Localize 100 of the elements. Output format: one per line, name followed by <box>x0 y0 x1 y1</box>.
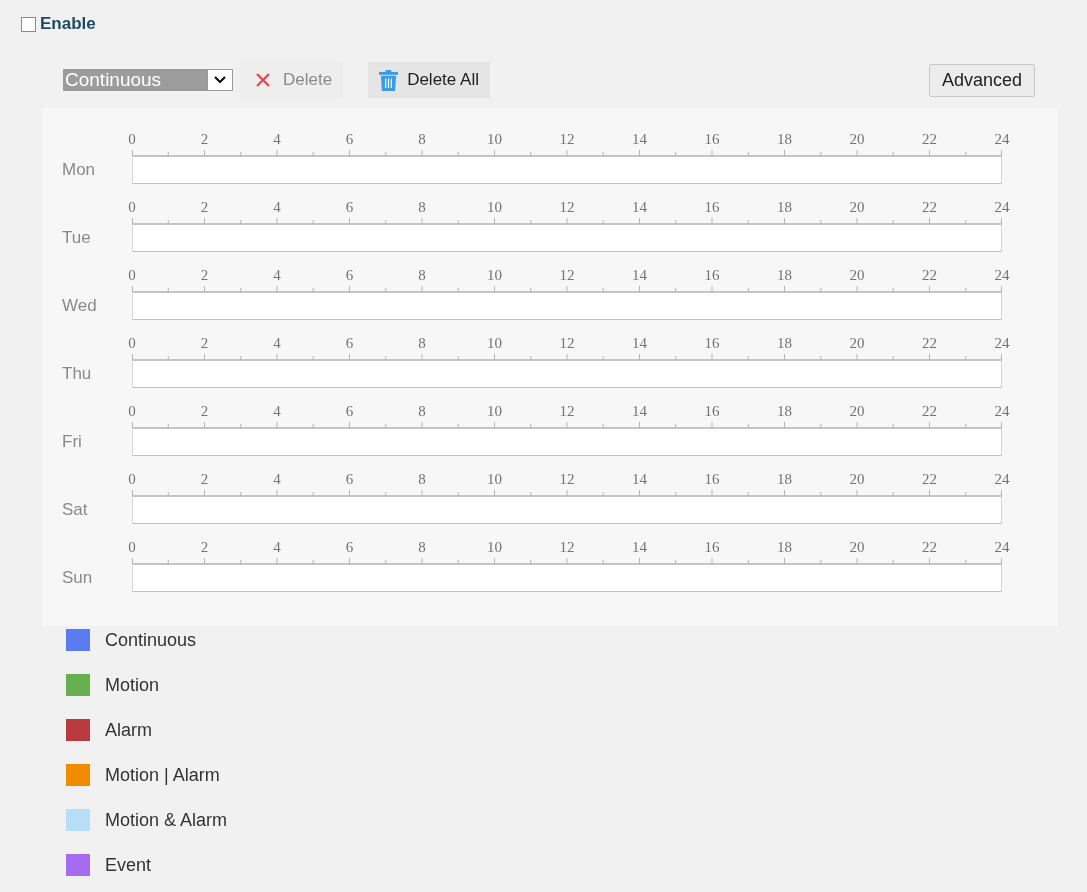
hour-label: 16 <box>703 538 721 557</box>
hour-label: 6 <box>344 334 355 353</box>
hour-label: 16 <box>703 198 721 217</box>
hour-label: 24 <box>993 334 1011 353</box>
hour-label: 10 <box>486 198 503 217</box>
hour-label: 20 <box>848 198 866 217</box>
hour-label: 4 <box>272 334 282 353</box>
hour-label: 12 <box>558 266 576 285</box>
hour-label: 10 <box>486 334 503 353</box>
hour-label: 10 <box>486 538 503 557</box>
hour-label: 0 <box>127 334 137 353</box>
hour-label: 14 <box>631 470 648 489</box>
hour-label: 0 <box>127 402 137 421</box>
legend-label: Event <box>105 854 152 876</box>
hour-label: 12 <box>558 334 576 353</box>
trash-icon <box>379 69 399 91</box>
hour-label: 18 <box>776 402 793 421</box>
hour-label: 22 <box>921 538 938 557</box>
schedule-bar[interactable] <box>132 360 1002 388</box>
hour-label: 0 <box>127 130 137 149</box>
hour-label: 10 <box>486 130 503 149</box>
hour-label: 6 <box>344 198 355 217</box>
schedule-bar[interactable] <box>132 224 1002 252</box>
hour-label: 20 <box>848 402 866 421</box>
schedule-bar[interactable] <box>132 428 1002 456</box>
day-label: Thu <box>62 363 93 385</box>
day-label: Fri <box>62 431 83 453</box>
hour-label: 10 <box>486 470 503 489</box>
hour-label: 22 <box>921 198 938 217</box>
chevron-down-icon <box>207 69 233 91</box>
hour-label: 0 <box>127 470 137 489</box>
hour-label: 18 <box>776 266 793 285</box>
hour-label: 4 <box>272 470 282 489</box>
schedule-bar[interactable] <box>132 496 1002 524</box>
schedule-bar[interactable] <box>132 156 1002 184</box>
hour-label: 16 <box>703 470 721 489</box>
hour-label: 18 <box>776 538 793 557</box>
toolbar-button[interactable]: Delete All <box>368 62 490 98</box>
hour-label: 14 <box>631 198 648 217</box>
hour-label: 2 <box>199 130 210 149</box>
hour-label: 14 <box>631 266 648 285</box>
hour-label: 18 <box>776 334 793 353</box>
hour-label: 8 <box>417 334 427 353</box>
hour-label: 6 <box>344 266 355 285</box>
hour-label: 12 <box>558 470 576 489</box>
hour-label: 6 <box>344 538 355 557</box>
hour-label: 6 <box>344 402 355 421</box>
legend-label: Continuous <box>105 629 197 651</box>
hour-label: 8 <box>417 402 427 421</box>
hour-label: 20 <box>848 130 866 149</box>
hour-label: 16 <box>703 334 721 353</box>
hour-label: 22 <box>921 334 938 353</box>
enable-checkbox[interactable] <box>21 16 36 32</box>
hour-label: 24 <box>993 266 1011 285</box>
day-label: Sat <box>62 499 89 521</box>
hour-label: 6 <box>344 470 355 489</box>
hour-label: 22 <box>921 266 938 285</box>
hour-label: 10 <box>486 266 503 285</box>
hour-label: 16 <box>703 266 721 285</box>
hour-label: 4 <box>272 402 282 421</box>
hour-label: 20 <box>848 538 866 557</box>
toolbar-button[interactable]: Advanced <box>928 63 1035 97</box>
schedule-bar[interactable] <box>132 564 1002 592</box>
hour-label: 12 <box>558 538 576 557</box>
day-label: Sun <box>62 567 94 589</box>
hour-label: 0 <box>127 538 137 557</box>
hour-label: 2 <box>199 470 210 489</box>
legend-label: Motion | Alarm <box>105 764 220 786</box>
day-label: Wed <box>62 295 98 317</box>
legend-label: Motion <box>105 674 160 696</box>
hour-label: 4 <box>272 266 282 285</box>
hour-label: 24 <box>993 198 1011 217</box>
enable-label[interactable]: Enable <box>40 14 96 34</box>
hour-label: 8 <box>417 198 427 217</box>
hour-label: 14 <box>631 334 648 353</box>
hour-label: 20 <box>848 470 866 489</box>
day-label: Tue <box>62 227 92 249</box>
hour-label: 8 <box>417 538 427 557</box>
hour-label: 24 <box>993 130 1011 149</box>
hour-label: 6 <box>344 130 355 149</box>
hour-label: 2 <box>199 538 210 557</box>
hour-label: 24 <box>993 402 1011 421</box>
hour-label: 2 <box>199 266 210 285</box>
hour-label: 12 <box>558 198 576 217</box>
hour-label: 8 <box>417 130 427 149</box>
hour-label: 24 <box>993 538 1011 557</box>
legend-label: Motion & Alarm <box>105 809 228 831</box>
hour-label: 4 <box>272 198 282 217</box>
hour-label: 22 <box>921 130 938 149</box>
hour-label: 0 <box>127 266 137 285</box>
hour-label: 22 <box>921 402 938 421</box>
close-icon <box>255 72 271 88</box>
hour-label: 2 <box>199 198 210 217</box>
hour-label: 24 <box>993 470 1011 489</box>
hour-label: 0 <box>127 198 137 217</box>
hour-label: 18 <box>776 470 793 489</box>
hour-label: 12 <box>558 130 576 149</box>
schedule-bar[interactable] <box>132 292 1002 320</box>
hour-label: 4 <box>272 538 282 557</box>
hour-label: 10 <box>486 402 503 421</box>
